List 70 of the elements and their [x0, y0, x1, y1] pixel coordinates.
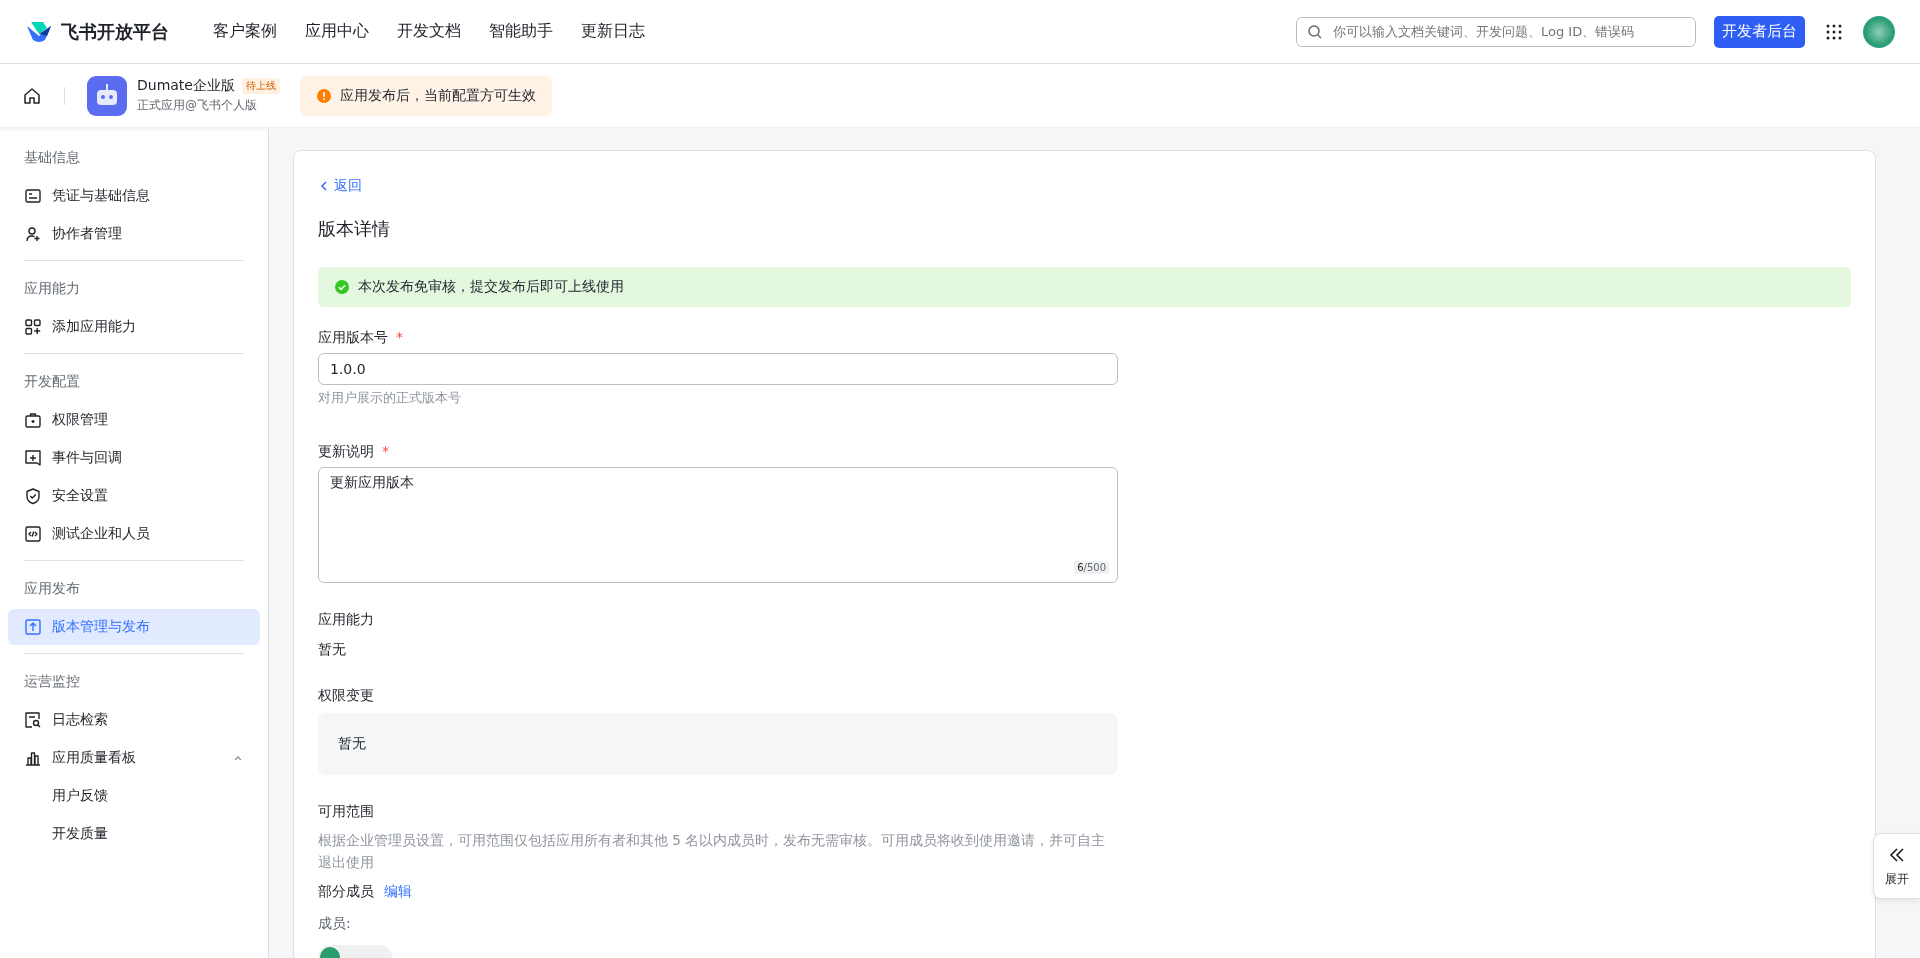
alert-text: 本次发布免审核，提交发布后即可上线使用 — [358, 278, 624, 296]
app-name: Dumate企业版 — [137, 77, 235, 95]
sidebar-item[interactable]: 添加应用能力 — [8, 309, 260, 345]
capabilities-value: 暂无 — [318, 641, 347, 659]
sidebar-item[interactable]: 日志检索 — [8, 702, 260, 738]
section-title: 运营监控 — [23, 672, 81, 691]
logo-icon — [25, 19, 53, 44]
home-icon[interactable] — [22, 85, 42, 106]
sidebar-item-icon — [24, 711, 42, 729]
field-label: 更新说明 — [318, 443, 374, 461]
character-counter: 6/500 — [1074, 561, 1109, 574]
expand-panel-button[interactable]: 展开 — [1873, 833, 1920, 899]
section-label: 应用能力 — [318, 611, 375, 629]
sidebar-subitem[interactable]: 开发质量 — [8, 816, 260, 852]
required-mark: * — [382, 443, 389, 461]
developer-console-button[interactable]: 开发者后台 — [1714, 15, 1805, 48]
warning-icon — [316, 87, 332, 104]
nav-link[interactable]: 更新日志 — [581, 21, 645, 42]
required-mark: * — [396, 329, 403, 347]
chevron-left-icon — [318, 180, 330, 192]
sidebar-item[interactable]: 权限管理 — [8, 402, 260, 438]
search-icon — [1307, 23, 1323, 40]
scope-description: 根据企业管理员设置，可用范围仅包括应用所有者和其他 5 名以内成员时，发布无需审核。可用成员将收到使用邀请，并可自主退出使用 — [318, 831, 1107, 872]
sidebar-item-icon — [24, 487, 42, 505]
sidebar-item-icon — [24, 449, 42, 467]
section-title: 开发配置 — [23, 372, 81, 391]
sidebar-item[interactable]: 测试企业和人员 — [8, 516, 260, 552]
notes-textarea[interactable]: 更新应用版本 6/500 — [318, 467, 1118, 583]
sidebar-item[interactable]: 应用质量看板 — [8, 740, 260, 776]
status-tag: 待上线 — [242, 78, 280, 94]
version-input[interactable]: 1.0.0 — [318, 353, 1118, 385]
members-label: 成员: — [318, 915, 352, 933]
sidebar-item[interactable]: 安全设置 — [8, 478, 260, 514]
brand-name[interactable]: 飞书开放平台 — [61, 19, 169, 44]
section-label: 可用范围 — [318, 803, 375, 821]
search-field[interactable]: 你可以输入文档关键词、开发问题、Log ID、错误码 — [1296, 16, 1696, 47]
sidebar-item[interactable]: 协作者管理 — [8, 216, 260, 252]
sidebar-item-icon — [24, 225, 42, 243]
scope-mode: 部分成员 — [318, 883, 374, 901]
sidebar-item-icon — [24, 618, 42, 636]
section-title: 应用能力 — [23, 279, 81, 298]
sidebar-item[interactable]: 凭证与基础信息 — [8, 178, 260, 214]
nav-link[interactable]: 开发文档 — [397, 21, 461, 42]
field-hint: 对用户展示的正式版本号 — [318, 389, 462, 407]
section-title: 应用发布 — [23, 579, 81, 598]
sidebar-item[interactable]: 事件与回调 — [8, 440, 260, 476]
sidebar-subitem[interactable]: 用户反馈 — [8, 778, 260, 814]
sidebar-item-icon — [24, 749, 42, 767]
sidebar-item-icon — [24, 187, 42, 205]
nav-link[interactable]: 客户案例 — [213, 21, 277, 42]
notice-text: 应用发布后，当前配置方可生效 — [340, 86, 536, 105]
sidebar-item[interactable]: 版本管理与发布 — [8, 609, 260, 645]
apps-grid-icon[interactable] — [1825, 22, 1843, 41]
user-avatar[interactable] — [1863, 15, 1895, 48]
field-label: 应用版本号 — [318, 329, 388, 347]
section-label: 权限变更 — [318, 687, 375, 705]
notes-text: 更新应用版本 — [330, 474, 414, 490]
edit-link[interactable]: 编辑 — [384, 883, 412, 901]
permission-changes-panel: 暂无 — [318, 713, 1118, 775]
check-circle-icon — [334, 279, 350, 295]
section-title: 基础信息 — [23, 148, 81, 167]
app-subtitle: 正式应用@飞书个人版 — [137, 97, 258, 114]
sidebar-item-icon — [24, 318, 42, 336]
sidebar-item-icon — [24, 525, 42, 543]
nav-link[interactable]: 智能助手 — [489, 21, 553, 42]
sidebar-item-icon — [24, 411, 42, 429]
nav-link[interactable]: 应用中心 — [305, 21, 369, 42]
page-title: 版本详情 — [318, 217, 391, 241]
back-link[interactable]: 返回 — [318, 177, 362, 195]
robot-app-icon — [87, 75, 127, 116]
